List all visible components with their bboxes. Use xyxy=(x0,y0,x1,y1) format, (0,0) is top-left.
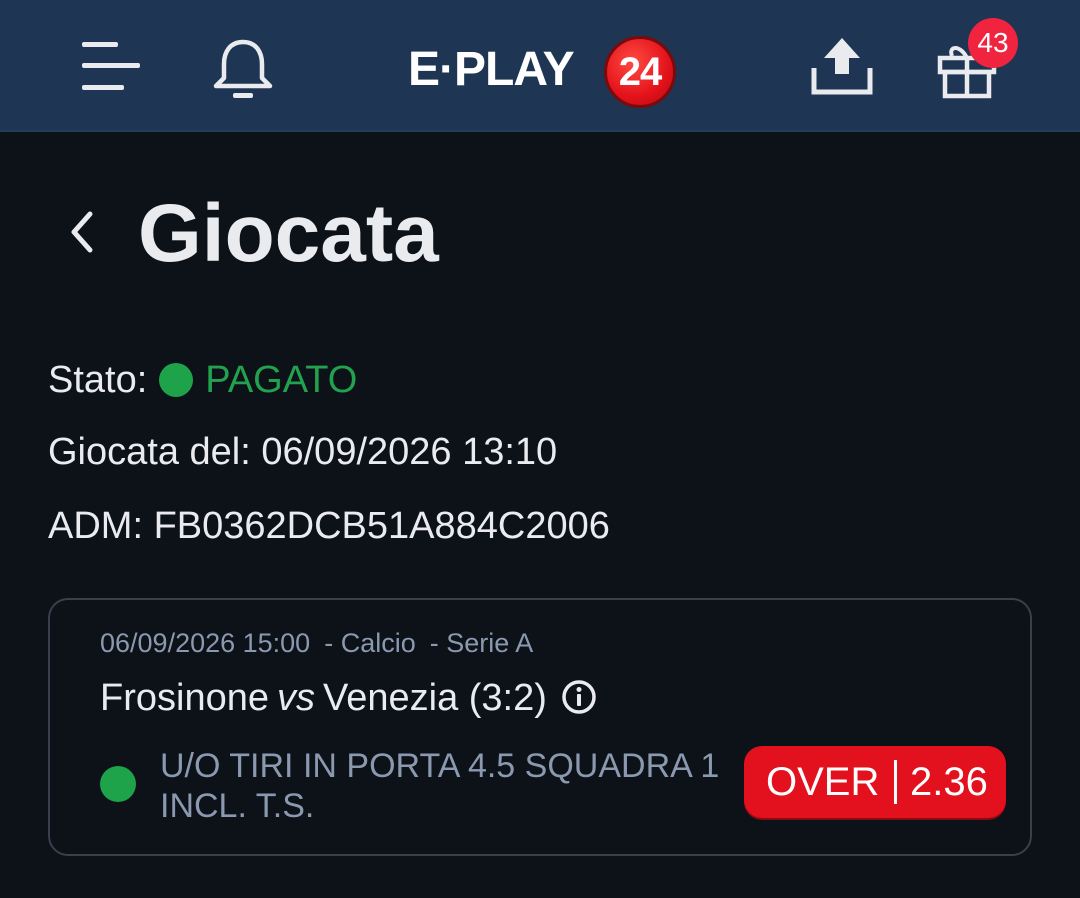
match-title: Frosinone vs Venezia (3:2) xyxy=(100,676,597,720)
market-name: U/O TIRI IN PORTA 4.5 SQUADRA 1 INCL. T.… xyxy=(160,747,720,825)
vs-label: vs xyxy=(276,677,315,719)
menu-icon[interactable] xyxy=(78,38,144,96)
pick-label: OVER xyxy=(766,760,880,804)
status-dot-icon xyxy=(159,363,194,397)
logo-text: E·PLAY xyxy=(408,43,575,96)
status-row: Stato: PAGATO xyxy=(48,358,357,402)
away-team-score: Venezia (3:2) xyxy=(322,677,547,719)
home-team: Frosinone xyxy=(100,677,269,719)
bet-date-label: Giocata del: xyxy=(48,431,251,473)
odds-button[interactable]: OVER 2.36 xyxy=(744,746,1006,818)
status-value: PAGATO xyxy=(205,359,358,401)
selection-status-dot-icon xyxy=(100,766,136,802)
logo-badge: 24 xyxy=(604,36,676,108)
event-datetime: 06/09/2026 15:00 xyxy=(100,628,311,658)
adm-label: ADM: xyxy=(48,505,143,547)
pill-divider xyxy=(894,760,897,804)
event-meta: 06/09/2026 15:00 - Calcio - Serie A xyxy=(100,626,547,660)
adm-row: ADM: FB0362DCB51A884C2006 xyxy=(48,504,610,548)
page-title: Giocata xyxy=(138,188,439,279)
bet-date-row: Giocata del: 06/09/2026 13:10 xyxy=(48,430,557,474)
top-navigation-bar: E·PLAY 24 43 xyxy=(0,0,1080,132)
chevron-left-icon[interactable] xyxy=(64,210,104,254)
info-icon[interactable] xyxy=(561,679,597,715)
bet-selection-card: 06/09/2026 15:00 - Calcio - Serie A Frosin… xyxy=(48,598,1032,856)
bell-icon[interactable] xyxy=(210,36,276,102)
status-label: Stato: xyxy=(48,359,148,401)
odd-value: 2.36 xyxy=(910,760,988,804)
event-sport: - Calcio xyxy=(324,628,416,658)
event-league: - Serie A xyxy=(429,628,534,658)
adm-value: FB0362DCB51A884C2006 xyxy=(153,505,610,547)
bet-date-value: 06/09/2026 13:10 xyxy=(261,431,558,473)
upload-icon[interactable] xyxy=(808,34,876,98)
eplay24-logo[interactable]: E·PLAY 24 xyxy=(408,36,678,108)
notification-count-badge[interactable]: 43 xyxy=(968,18,1018,68)
